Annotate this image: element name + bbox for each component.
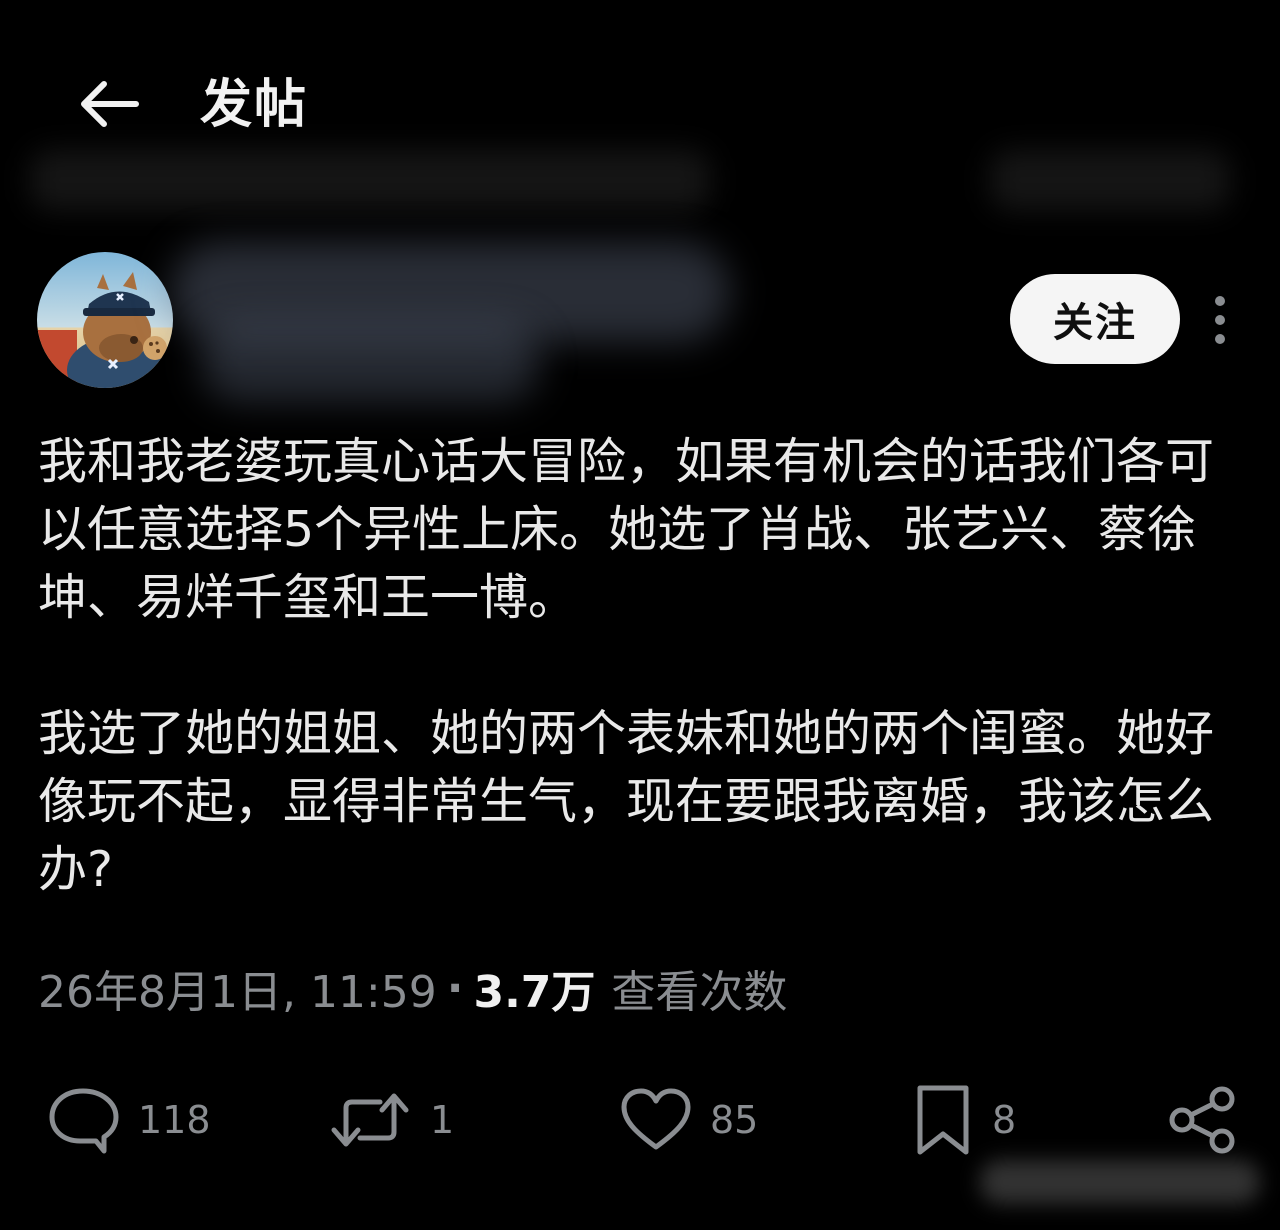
page-title: 发帖 — [200, 75, 309, 135]
action-bar: 118 1 85 8 — [0, 1080, 1280, 1160]
redacted-username — [170, 232, 750, 412]
heart-icon — [621, 1088, 691, 1150]
bookmark-count: 8 — [992, 1098, 1017, 1142]
redacted-strip — [990, 150, 1230, 210]
arrow-left-icon — [81, 81, 139, 127]
bookmark-button[interactable]: 8 — [912, 1080, 1016, 1160]
bookmark-icon — [917, 1085, 969, 1155]
top-bar: 发帖 — [0, 0, 1280, 210]
share-button[interactable] — [1166, 1080, 1240, 1160]
more-options-button[interactable] — [1200, 292, 1240, 348]
post-content: 我和我老婆玩真心话大冒险，如果有机会的话我们各可以任意选择5个异性上床。她选了肖… — [38, 428, 1238, 904]
speech-bubble-icon — [49, 1088, 119, 1154]
repost-count: 1 — [430, 1098, 455, 1142]
reply-button[interactable]: 118 — [46, 1080, 211, 1160]
post-meta: 26年8月1日, 11:59 · 3.7万 查看次数 — [38, 956, 788, 1020]
views-label: 查看次数 — [611, 967, 788, 1018]
repost-arrows-icon — [331, 1093, 409, 1147]
follow-button[interactable]: 关注 — [1010, 274, 1180, 364]
repost-button[interactable]: 1 — [328, 1080, 454, 1160]
redacted-watermark — [980, 1160, 1260, 1204]
post-paragraph: 我选了她的姐姐、她的两个表妹和她的两个闺蜜。她好像玩不起，显得非常生气，现在要跟… — [38, 705, 1215, 898]
like-count: 85 — [710, 1098, 759, 1142]
back-button[interactable] — [72, 72, 144, 136]
avatar[interactable] — [37, 252, 173, 388]
post-timestamp[interactable]: 26年8月1日, 11:59 — [38, 956, 437, 1020]
post-paragraph: 我和我老婆玩真心话大冒险，如果有机会的话我们各可以任意选择5个异性上床。她选了肖… — [38, 433, 1215, 626]
capybara-avatar-icon — [37, 252, 173, 388]
share-icon — [1169, 1086, 1235, 1154]
meta-separator: · — [446, 962, 464, 1014]
views-count: 3.7万 — [473, 967, 596, 1018]
reply-count: 118 — [138, 1098, 211, 1142]
redacted-strip — [30, 150, 710, 210]
like-button[interactable]: 85 — [620, 1080, 758, 1160]
